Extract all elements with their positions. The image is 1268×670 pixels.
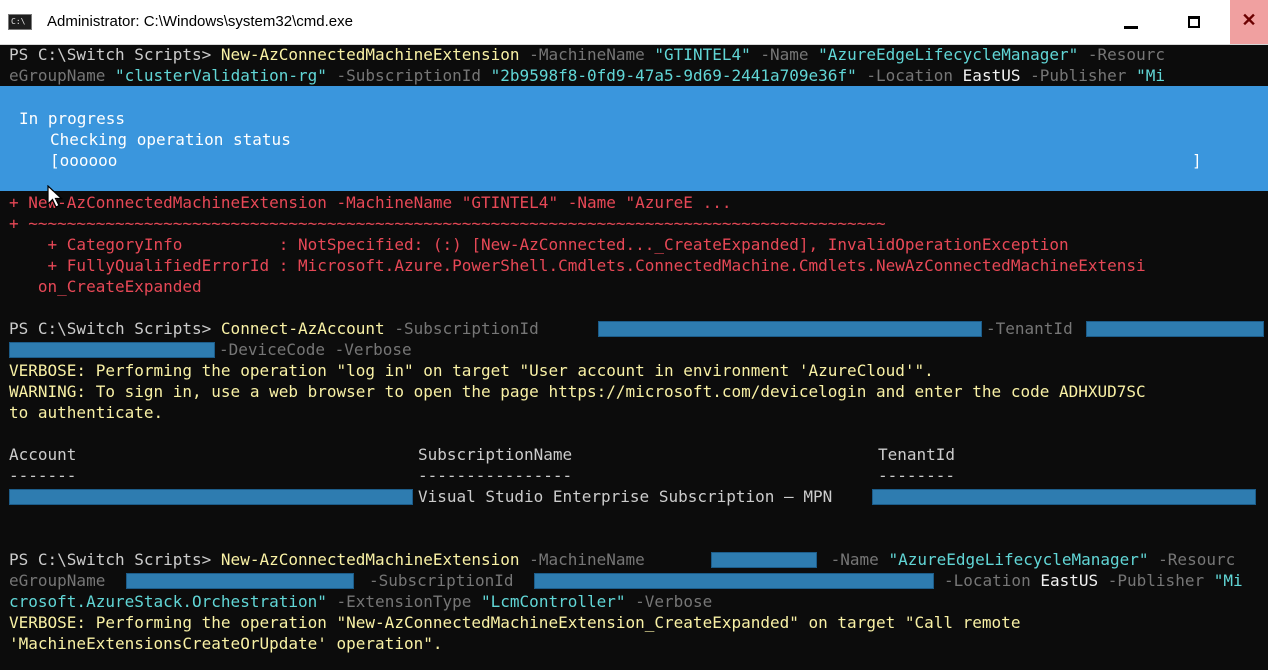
redacted-subscription-id	[598, 321, 982, 337]
redacted-resource-group	[126, 573, 354, 589]
param: -Name	[821, 550, 889, 569]
redacted-subscription-id-2	[534, 573, 934, 589]
error-line-3: + CategoryInfo : NotSpecified: (:) [New-…	[9, 235, 1069, 254]
progress-activity: Checking operation status	[50, 130, 291, 149]
close-icon: ✕	[1241, 10, 1257, 30]
arg: "Mi	[1213, 571, 1243, 590]
redacted-tenant-id-wrap	[9, 342, 215, 358]
error-line-2: + ~~~~~~~~~~~~~~~~~~~~~~~~~~~~~~~~~~~~~~…	[9, 214, 886, 233]
column-divider-tenant: --------	[878, 466, 956, 485]
command-line-2: PS C:\Switch Scripts> Connect-AzAccount …	[9, 318, 548, 339]
warning-line-1: WARNING: To sign in, use a web browser t…	[9, 382, 1146, 401]
prompt: PS C:\Switch Scripts>	[9, 45, 221, 64]
prompt: PS C:\Switch Scripts>	[9, 550, 221, 569]
progress-bar-end: ]	[1192, 151, 1202, 170]
cmdlet: New-AzConnectedMachineExtension	[220, 550, 520, 569]
arg: "GTINTEL4"	[654, 45, 751, 64]
column-header-account: Account	[9, 445, 77, 464]
column-header-tenant: TenantId	[878, 445, 956, 464]
param-subscription-id: -SubscriptionId	[369, 571, 524, 590]
param: -ExtensionType	[326, 592, 482, 611]
redacted-tenant-id	[1086, 321, 1264, 337]
verbose-line-2: VERBOSE: Performing the operation "New-A…	[9, 613, 1021, 632]
command-line-1-wrap: eGroupName "clusterValidation-rg" -Subsc…	[9, 65, 1165, 86]
arg: "2b9598f8-0fd9-47a5-9d69-2441a709e36f"	[490, 66, 857, 85]
cmdlet: New-AzConnectedMachineExtension	[220, 45, 520, 64]
command-line-3-wrap: crosoft.AzureStack.Orchestration" -Exten…	[9, 591, 712, 612]
redacted-tenant-value	[872, 489, 1256, 505]
param-tenant: -TenantId	[986, 319, 1073, 338]
command-line-3-location: -Location EastUS -Publisher "Mi	[944, 570, 1243, 591]
close-button[interactable]: ✕	[1230, 0, 1268, 44]
arg: crosoft.AzureStack.Orchestration"	[9, 592, 327, 611]
redacted-account	[9, 489, 413, 505]
command-line-3-cont: -Name "AzureEdgeLifecycleManager" -Resou…	[821, 549, 1236, 570]
arg: "LcmController"	[481, 592, 626, 611]
param: -Location	[856, 66, 963, 85]
maximize-button[interactable]	[1172, 0, 1218, 44]
column-header-subscription: SubscriptionName	[418, 445, 573, 464]
column-divider-subscription: ----------------	[418, 466, 573, 485]
warning-line-2: to authenticate.	[9, 403, 164, 422]
param: -MachineName	[519, 45, 655, 64]
cmd-app-icon[interactable]: C:\	[8, 14, 32, 30]
error-line-5: on_CreateExpanded	[9, 277, 202, 296]
progress-panel: In progress Checking operation status [o…	[0, 86, 1268, 191]
prompt: PS C:\Switch Scripts>	[9, 319, 221, 338]
param: -Name	[750, 45, 819, 64]
param: -Publisher	[1098, 571, 1214, 590]
cmdlet: Connect-AzAccount	[220, 319, 385, 338]
arg: EastUS	[962, 66, 1021, 85]
progress-bar-start: [oooooo	[50, 151, 118, 170]
arg: "clusterValidation-rg"	[114, 66, 327, 85]
mouse-pointer-icon	[47, 185, 64, 208]
arg: "AzureEdgeLifecycleManager"	[888, 550, 1149, 569]
param: -Resourc	[1148, 550, 1236, 569]
error-line-4: + FullyQualifiedErrorId : Microsoft.Azur…	[9, 256, 1146, 275]
param: -Publisher	[1020, 66, 1137, 85]
arg: "AzureEdgeLifecycleManager"	[818, 45, 1079, 64]
minimize-button[interactable]	[1108, 0, 1154, 44]
title-bar[interactable]: C:\ Administrator: C:\Windows\system32\c…	[0, 0, 1268, 45]
param: eGroupName	[9, 66, 115, 85]
row-subscription-name: Visual Studio Enterprise Subscription – …	[418, 487, 833, 506]
param: -MachineName	[519, 550, 655, 569]
error-line-1: + New-AzConnectedMachineExtension -Machi…	[9, 193, 732, 212]
verbose-line-3: 'MachineExtensionsCreateOrUpdate' operat…	[9, 634, 443, 653]
window-title: Administrator: C:\Windows\system32\cmd.e…	[47, 13, 353, 30]
console-output[interactable]: PS C:\Switch Scripts> New-AzConnectedMac…	[0, 44, 1268, 670]
param: -SubscriptionId	[384, 319, 549, 338]
minimize-icon	[1124, 26, 1138, 29]
param-resource-group: eGroupName	[9, 571, 115, 590]
param: -Verbose	[625, 592, 713, 611]
redacted-machine-name	[711, 552, 817, 568]
param: -Location	[944, 571, 1041, 590]
command-line-1: PS C:\Switch Scripts> New-AzConnectedMac…	[9, 44, 1165, 65]
column-divider-account: -------	[9, 466, 77, 485]
arg: EastUS	[1040, 571, 1099, 590]
command-line-3: PS C:\Switch Scripts> New-AzConnectedMac…	[9, 549, 654, 570]
params-rest: -DeviceCode -Verbose	[219, 340, 412, 359]
progress-status: In progress	[19, 109, 125, 128]
verbose-line-1: VERBOSE: Performing the operation "log i…	[9, 361, 934, 380]
param: -SubscriptionId	[326, 66, 491, 85]
param: -Resourc	[1078, 45, 1165, 64]
maximize-icon	[1188, 16, 1200, 28]
arg: "Mi	[1136, 66, 1165, 85]
